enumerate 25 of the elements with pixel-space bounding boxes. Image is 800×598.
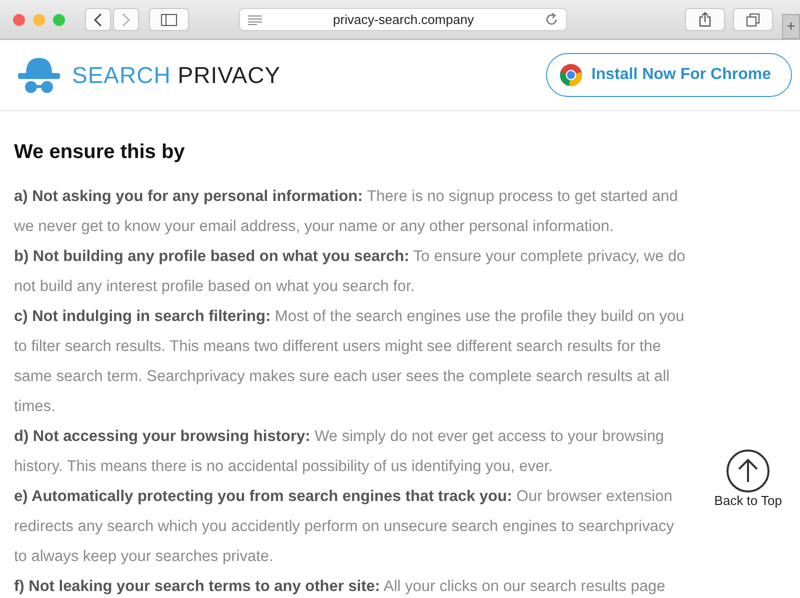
paragraph: f) Not leaking your search terms to any other site: All your clicks on our search results page xyxy=(14,577,666,597)
share-button[interactable] xyxy=(685,8,725,31)
back-to-top-button[interactable]: Back to Top xyxy=(714,449,782,508)
chrome-icon xyxy=(559,63,584,87)
sidebar-icon xyxy=(161,14,177,26)
paragraph: b) Not building any profile based on what you search: To ensure your complete privacy, we do not build any interest profile based on what you search for. xyxy=(14,247,686,297)
install-button[interactable]: Install Now For Chrome xyxy=(546,53,792,97)
back-button[interactable] xyxy=(85,8,111,31)
logo-text: SEARCH PRIVACY xyxy=(72,62,281,88)
incognito-logo-icon xyxy=(16,56,62,94)
share-icon xyxy=(699,12,711,27)
paragraph: e) Automatically protecting you from search engines that track you: Our browser extension redirects any search which you accidently perform on unsecure search engines to searchprivacy to always keep your searches private. xyxy=(14,487,675,567)
tabs-icon xyxy=(746,12,760,26)
url-text: privacy-search.company xyxy=(332,12,475,27)
close-icon[interactable] xyxy=(13,14,25,26)
section-heading: We ensure this by xyxy=(14,141,186,164)
paragraph: d) Not accessing your browsing history: We simply do not ever get access to your browsing history. This means there is no accidental possibility of us identifying you, ever. xyxy=(14,427,666,477)
reader-icon[interactable] xyxy=(248,14,262,24)
sidebar-button[interactable] xyxy=(149,8,189,31)
new-tab-button[interactable]: + xyxy=(782,14,800,39)
address-bar[interactable]: privacy-search.company xyxy=(239,8,567,31)
reload-icon[interactable] xyxy=(545,13,558,26)
paragraph: a) Not asking you for any personal information: There is no signup process to get started and we never get to know your email address, your name or any other personal information. xyxy=(14,187,679,237)
paragraph: c) Not indulging in search filtering: Most of the search engines use the profile they build on you to filter search results. This means two different users might see different search results for the same search term. Searchprivacy makes sure each user sees the complete search results at all times. xyxy=(14,307,686,417)
tabs-button[interactable] xyxy=(733,8,773,31)
